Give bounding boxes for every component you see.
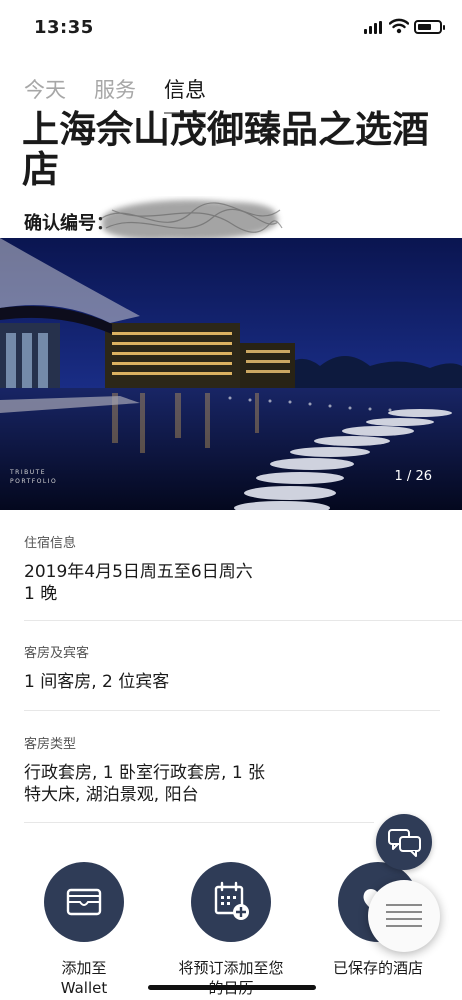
- calendar-add-icon: [214, 881, 249, 920]
- wallet-label-line2: Wallet: [60, 979, 108, 997]
- add-to-wallet-action[interactable]: 添加至 Wallet: [14, 862, 154, 998]
- menu-button[interactable]: [368, 880, 440, 952]
- add-to-wallet-button[interactable]: [44, 862, 124, 942]
- rooms-guests-section: 客房及宾客 1 间客房, 2 位宾客: [24, 642, 440, 693]
- chat-icon: [388, 829, 421, 857]
- wallet-icon: [66, 888, 102, 916]
- signal-icon: [364, 21, 384, 34]
- stay-info-label: 住宿信息: [24, 536, 77, 551]
- status-bar: 13:35: [0, 0, 462, 54]
- divider: [24, 822, 374, 823]
- divider: [24, 710, 440, 711]
- wifi-icon: [389, 18, 409, 34]
- room-type-line1: 行政套房, 1 卧室行政套房, 1 张: [24, 763, 266, 783]
- stay-nights: 1 晚: [24, 584, 58, 604]
- stay-info-section: 住宿信息 2019年4月5日周五至6日周六 1 晚: [24, 532, 440, 605]
- rooms-guests-value: 1 间客房, 2 位宾客: [24, 672, 170, 692]
- wallet-label-line1: 添加至: [61, 959, 107, 977]
- battery-icon: [414, 20, 445, 34]
- add-to-calendar-button[interactable]: [191, 862, 271, 942]
- status-time: 13:35: [34, 17, 94, 38]
- photo-brand-logo: TRIBUTE PORTFOLIO: [10, 468, 57, 486]
- room-type-section: 客房类型 行政套房, 1 卧室行政套房, 1 张 特大床, 湖泊景观, 阳台: [24, 733, 440, 806]
- divider: [24, 620, 462, 621]
- add-to-calendar-action[interactable]: 将预订添加至您 的日历: [161, 862, 301, 998]
- hotel-title: 上海佘山茂御臻品之选酒店: [22, 108, 429, 191]
- hotel-photo-image: [0, 238, 462, 510]
- room-type-label: 客房类型: [24, 737, 77, 752]
- calendar-label-line1: 将预订添加至您: [178, 959, 284, 977]
- saved-hotels-label: 已保存的酒店: [332, 959, 423, 977]
- room-type-line2: 特大床, 湖泊景观, 阳台: [24, 785, 199, 805]
- hotel-photo[interactable]: TRIBUTE PORTFOLIO 1 / 26: [0, 238, 462, 510]
- photo-counter: 1 / 26: [394, 469, 432, 484]
- rooms-guests-label: 客房及宾客: [24, 646, 90, 661]
- brand-line-2: PORTFOLIO: [10, 478, 58, 485]
- home-indicator[interactable]: [148, 985, 316, 990]
- stay-dates: 2019年4月5日周五至6日周六: [24, 562, 253, 582]
- brand-line-1: TRIBUTE: [10, 469, 47, 476]
- chat-button[interactable]: [376, 814, 432, 870]
